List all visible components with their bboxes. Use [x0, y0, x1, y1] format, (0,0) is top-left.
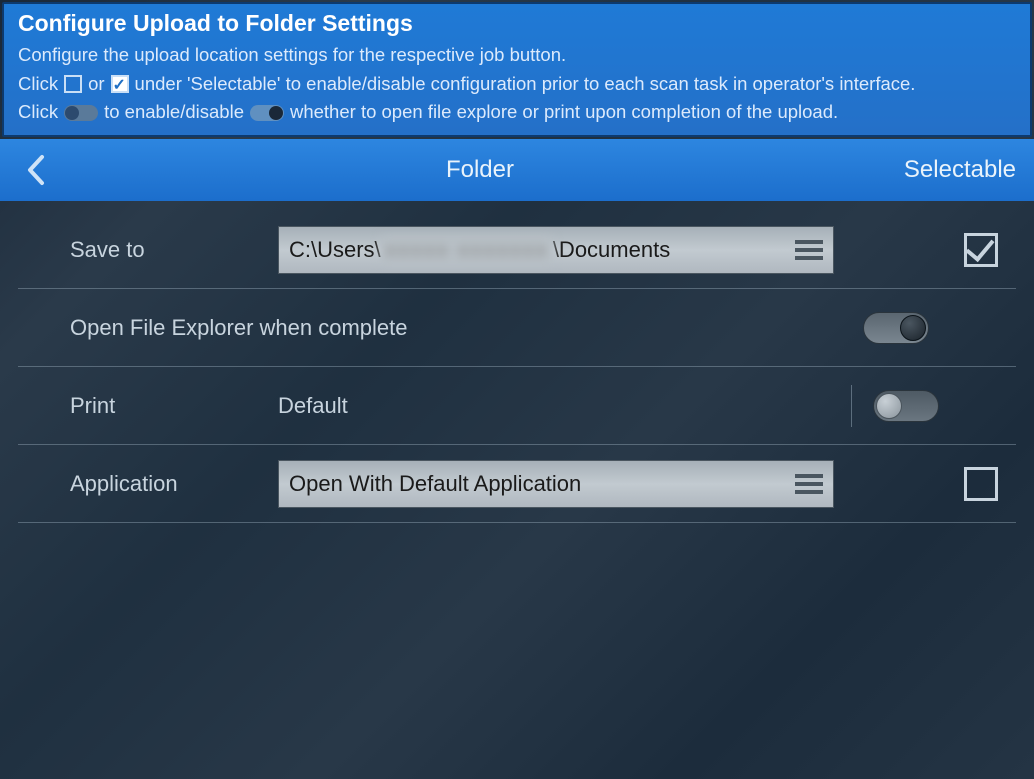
chevron-left-icon	[26, 154, 46, 186]
print-toggle[interactable]	[873, 390, 939, 422]
back-button[interactable]	[16, 150, 56, 190]
open-explorer-label: Open File Explorer when complete	[18, 315, 846, 341]
row-print: Print Default	[18, 367, 1016, 445]
save-to-selectable-checkbox[interactable]	[964, 233, 998, 267]
application-label: Application	[18, 471, 278, 497]
print-value: Default	[278, 393, 348, 419]
instruction-line-1: Configure the upload location settings f…	[18, 41, 1016, 70]
instruction-panel: Configure Upload to Folder Settings Conf…	[2, 2, 1032, 137]
row-open-explorer: Open File Explorer when complete	[18, 289, 1016, 367]
instruction-title: Configure Upload to Folder Settings	[18, 10, 1016, 37]
save-to-label: Save to	[18, 237, 278, 263]
page-title: Folder	[56, 156, 904, 184]
hamburger-icon[interactable]	[795, 474, 823, 494]
selectable-column-header: Selectable	[904, 156, 1016, 184]
row-save-to: Save to C:\Users\xxxxx xxxxxxx\Documents	[18, 211, 1016, 289]
divider	[851, 385, 852, 427]
hamburger-icon[interactable]	[795, 240, 823, 260]
open-explorer-toggle[interactable]	[863, 312, 929, 344]
print-label: Print	[18, 393, 278, 419]
toggle-on-icon	[250, 105, 284, 121]
row-application: Application Open With Default Applicatio…	[18, 445, 1016, 523]
toggle-off-icon	[64, 105, 98, 121]
settings-list: Save to C:\Users\xxxxx xxxxxxx\Documents…	[0, 201, 1034, 523]
redacted-text: xxxxx xxxxxxx	[381, 237, 553, 263]
checkbox-unchecked-icon	[64, 75, 82, 93]
navbar: Folder Selectable	[0, 139, 1034, 201]
checkbox-checked-icon	[111, 75, 129, 93]
save-to-input[interactable]: C:\Users\xxxxx xxxxxxx\Documents	[278, 226, 834, 274]
application-input[interactable]: Open With Default Application	[278, 460, 834, 508]
instruction-line-3: Click to enable/disable whether to open …	[18, 98, 1016, 127]
application-selectable-checkbox[interactable]	[964, 467, 998, 501]
instruction-line-2: Click or under 'Selectable' to enable/di…	[18, 70, 1016, 99]
